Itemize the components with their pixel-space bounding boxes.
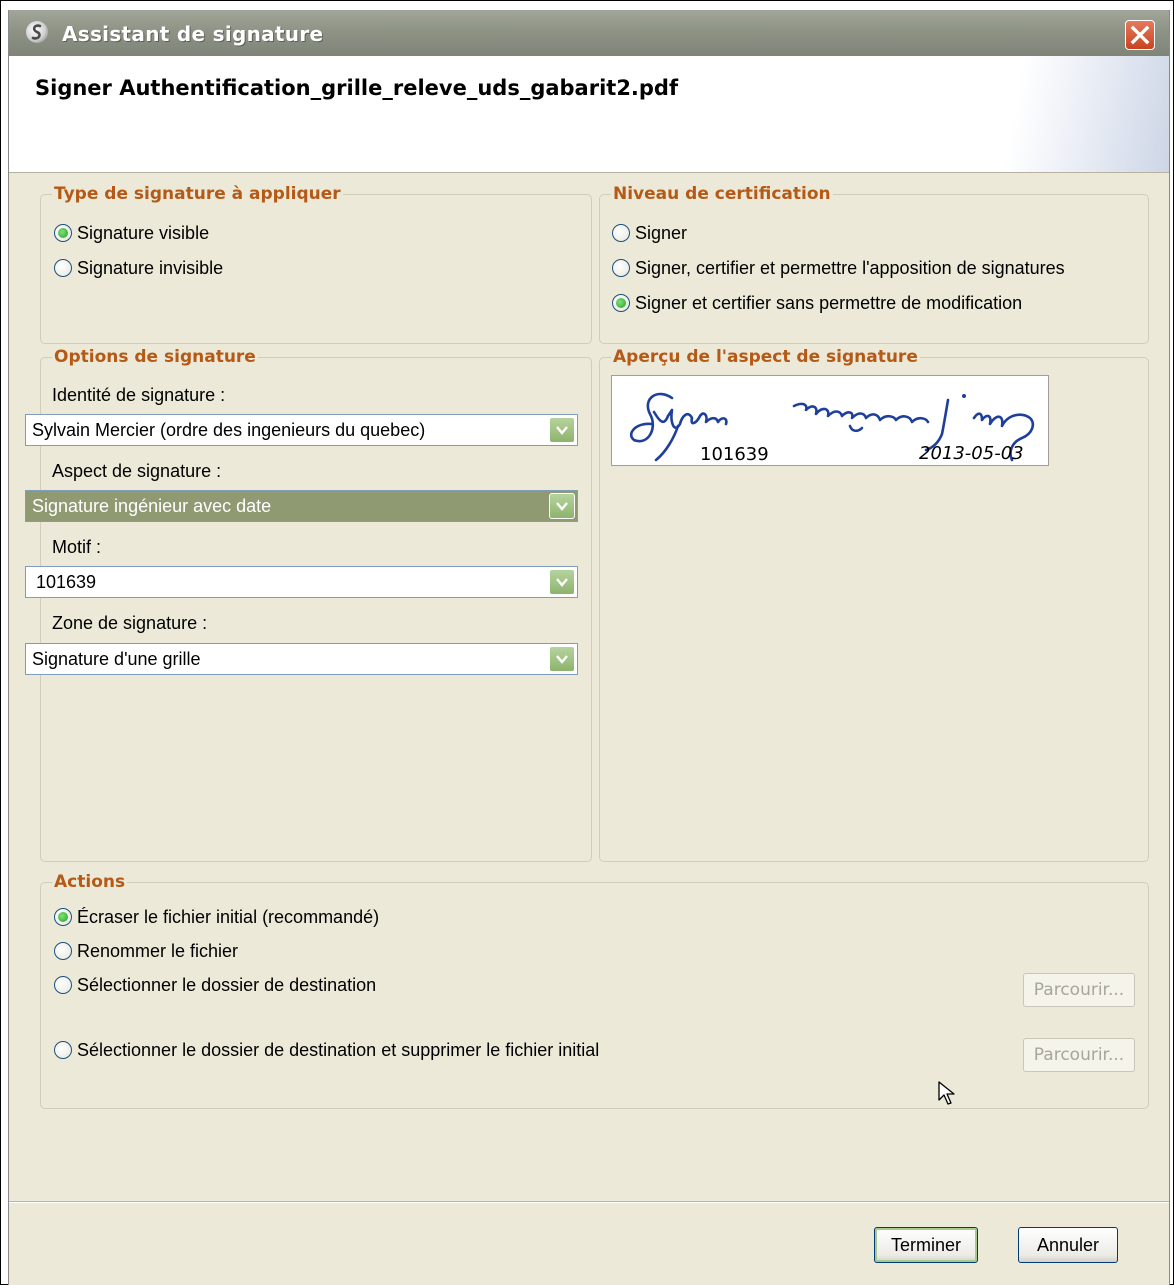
page-title: Signer Authentification_grille_releve_ud… [35,76,679,100]
radio-label: Signature invisible [77,257,224,278]
chevron-down-icon [556,578,568,587]
browse-destination-button[interactable]: Parcourir... [1023,973,1135,1007]
identity-select[interactable]: Sylvain Mercier (ordre des ingenieurs du… [25,414,578,446]
signature-type-legend: Type de signature à appliquer [54,184,341,204]
chevron-down-icon [556,655,568,664]
radio-certif-no-modification[interactable]: Signer et certifier sans permettre de mo… [612,290,1022,316]
browse-destination-delete-button[interactable]: Parcourir... [1023,1038,1135,1072]
preview-number-text: 101639 [700,444,769,465]
chevron-down-icon [556,426,568,435]
radio-select-destination-delete[interactable]: Sélectionner le dossier de destination e… [54,1037,599,1063]
handwritten-signature-graphic: 101639 2013-05-03 [629,392,1035,465]
certification-level-legend: Niveau de certification [613,184,831,204]
radio-rename-file[interactable]: Renommer le fichier [54,938,238,964]
finish-button[interactable]: Terminer [874,1227,978,1263]
motif-select-value: 101639 [36,572,97,592]
signature-assistant-window: Assistant de signature Signer Authentifi… [8,10,1170,1285]
zone-label: Zone de signature : [52,613,208,633]
dropdown-arrow-button[interactable] [549,417,575,443]
wizard-header: Signer Authentification_grille_releve_ud… [9,56,1169,173]
motif-select[interactable]: 101639 [25,566,578,598]
radio-label: Signer, certifier et permettre l'apposit… [635,257,1065,278]
radio-button-checked[interactable] [54,224,72,242]
aspect-label: Aspect de signature : [52,461,222,481]
radio-label: Signer et certifier sans permettre de mo… [635,292,1023,313]
radio-button[interactable] [54,942,72,960]
chevron-down-icon [556,502,568,511]
radio-label: Renommer le fichier [77,940,239,961]
radio-button[interactable] [612,224,630,242]
title-bar: Assistant de signature [9,10,1169,56]
radio-certif-sign[interactable]: Signer [612,220,687,246]
actions-legend: Actions [54,872,126,892]
window-title: Assistant de signature [62,22,324,46]
dropdown-arrow-button[interactable] [549,569,575,595]
radio-overwrite-file[interactable]: Écraser le fichier initial (recommandé) [54,904,379,930]
radio-label: Signature visible [77,222,210,243]
dropdown-arrow-button[interactable] [549,493,575,519]
radio-select-destination[interactable]: Sélectionner le dossier de destination [54,972,376,998]
signature-preview-image: 101639 2013-05-03 [611,375,1049,466]
signature-preview-legend: Aperçu de l'aspect de signature [613,347,918,367]
radio-label: Écraser le fichier initial (recommandé) [77,906,380,927]
zone-select-value: Signature d'une grille [32,649,201,669]
radio-button-checked[interactable] [612,294,630,312]
identity-select-value: Sylvain Mercier (ordre des ingenieurs du… [32,420,426,440]
radio-button[interactable] [54,976,72,994]
radio-signature-visible[interactable]: Signature visible [54,220,209,246]
radio-button[interactable] [54,1041,72,1059]
identity-label: Identité de signature : [52,385,226,405]
close-button[interactable] [1125,20,1155,50]
aspect-select-value: Signature ingénieur avec date [32,496,272,516]
app-logo-icon [26,21,48,43]
mouse-pointer-icon [938,1081,955,1105]
radio-button[interactable] [612,259,630,277]
radio-label: Sélectionner le dossier de destination e… [77,1039,600,1060]
footer-divider [9,1201,1169,1203]
radio-label: Sélectionner le dossier de destination [77,974,377,995]
radio-signature-invisible[interactable]: Signature invisible [54,255,223,281]
radio-label: Signer [635,222,688,243]
radio-button[interactable] [54,259,72,277]
cancel-button[interactable]: Annuler [1018,1227,1118,1263]
preview-date-text: 2013-05-03 [919,443,1024,464]
radio-certif-allow-signatures[interactable]: Signer, certifier et permettre l'apposit… [612,255,1065,281]
motif-label: Motif : [52,537,102,557]
signature-options-legend: Options de signature [54,347,256,367]
aspect-select[interactable]: Signature ingénieur avec date [25,490,578,522]
dropdown-arrow-button[interactable] [549,646,575,672]
zone-select[interactable]: Signature d'une grille [25,643,578,675]
close-icon [1130,25,1150,45]
radio-button-checked[interactable] [54,908,72,926]
